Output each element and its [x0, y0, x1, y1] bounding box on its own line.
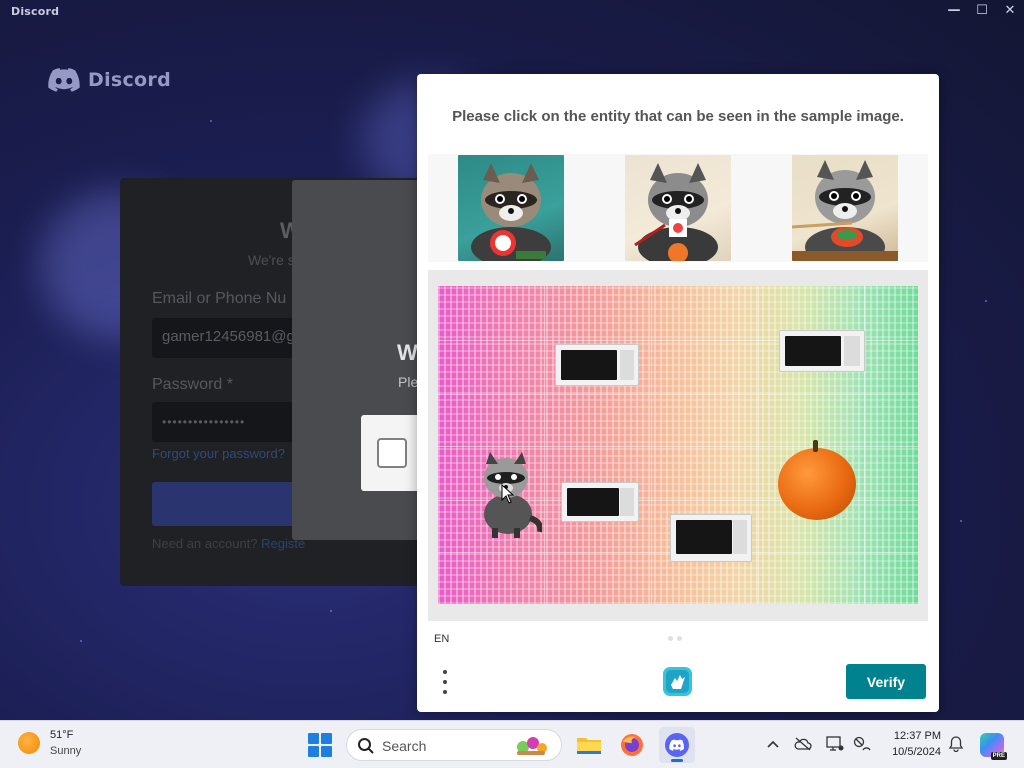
grid-line: [438, 394, 918, 395]
discord-logo-icon: [48, 68, 80, 92]
raccoon-sample-icon: [791, 155, 898, 261]
system-clock[interactable]: 12:37 PM 10/5/2024: [883, 728, 941, 760]
microwave-object[interactable]: [555, 344, 639, 386]
email-label: Email or Phone Nu: [152, 290, 287, 307]
clock-date: 10/5/2024: [892, 746, 941, 758]
microwave-object[interactable]: [670, 514, 752, 562]
clock-time: 12:37 PM: [893, 730, 941, 742]
more-options-button[interactable]: [435, 668, 455, 696]
grid-line: [544, 286, 545, 604]
search-icon: [357, 737, 375, 760]
minimize-button[interactable]: —: [940, 0, 968, 22]
cloud-off-icon[interactable]: [794, 735, 812, 753]
background-star: [960, 520, 962, 522]
sample-cell: [761, 154, 928, 262]
firefox-icon[interactable]: [614, 727, 650, 763]
display-icon[interactable]: [826, 735, 844, 753]
menu-dot: [443, 690, 447, 694]
grid-line: [758, 286, 759, 604]
windows-taskbar: 51°F Sunny Search 12:37 PM 10/5/2024 PRE: [0, 720, 1024, 768]
weather-widget[interactable]: 51°F Sunny: [18, 727, 81, 759]
mouse-cursor-icon: [501, 483, 515, 504]
discord-taskbar-icon[interactable]: [659, 727, 695, 763]
forgot-password-link[interactable]: Forgot your password?: [152, 446, 285, 461]
orange-object[interactable]: [778, 440, 856, 520]
background-star: [985, 300, 987, 302]
copilot-preview-badge: PRE: [990, 752, 1007, 760]
copilot-icon[interactable]: PRE: [980, 733, 1007, 760]
brand-name: Discord: [88, 69, 171, 91]
background-star: [330, 610, 332, 612]
raccoon-sample-icon: [625, 155, 731, 261]
page-dot: [668, 636, 673, 641]
title-bar: Discord — ☐ ✕: [0, 0, 1024, 22]
microwave-object[interactable]: [779, 330, 865, 372]
menu-dot: [443, 680, 447, 684]
network-status-icon[interactable]: [853, 735, 871, 753]
captcha-prompt: Please click on the entity that can be s…: [452, 108, 904, 125]
register-row: Need an account? Registe: [152, 536, 305, 551]
chevron-up-icon[interactable]: [764, 735, 782, 753]
verify-button[interactable]: Verify: [846, 664, 926, 699]
language-selector[interactable]: EN: [434, 633, 449, 645]
search-placeholder: Search: [382, 738, 427, 754]
start-button[interactable]: [308, 733, 332, 757]
sample-cell: [595, 154, 762, 262]
weather-temperature: 51°F: [50, 729, 74, 741]
sample-images: [428, 154, 928, 262]
register-prompt: Need an account?: [152, 536, 258, 551]
page-dot: [677, 636, 682, 641]
verification-subtitle: Ple: [398, 374, 419, 390]
taskbar-search[interactable]: Search: [346, 729, 562, 761]
search-highlight-icon: [513, 735, 549, 757]
discord-window: Discord — ☐ ✕ Discord W We're s Email or…: [0, 0, 1024, 720]
background-star: [80, 640, 82, 642]
window-title: Discord: [11, 5, 60, 18]
microwave-door: [567, 488, 619, 516]
weather-condition: Sunny: [50, 745, 82, 757]
microwave-panel: [733, 520, 747, 554]
sample-cell: [428, 154, 595, 262]
challenge-area: [428, 270, 928, 621]
close-button[interactable]: ✕: [996, 0, 1024, 22]
discord-brand: Discord: [48, 68, 171, 92]
captcha-checkbox[interactable]: [377, 438, 407, 468]
verification-title: W: [397, 340, 418, 365]
background-star: [210, 120, 212, 122]
menu-dot: [443, 670, 447, 674]
captcha-dialog: Please click on the entity that can be s…: [417, 74, 939, 712]
file-explorer-icon[interactable]: [571, 727, 607, 763]
microwave-door: [561, 350, 617, 380]
windows-logo-tile: [321, 746, 332, 757]
hcaptcha-logo-icon[interactable]: [661, 665, 694, 698]
microwave-panel: [620, 350, 634, 380]
grid-line: [651, 286, 652, 604]
windows-logo-tile: [321, 733, 332, 744]
challenge-image[interactable]: [438, 286, 918, 604]
raccoon-sample-icon: [458, 155, 565, 261]
microwave-panel: [844, 336, 860, 366]
windows-logo-tile: [308, 733, 319, 744]
password-label: Password *: [152, 376, 233, 393]
notification-bell-icon[interactable]: [947, 735, 965, 753]
weather-text: 51°F Sunny: [50, 727, 81, 759]
windows-logo-tile: [308, 746, 319, 757]
page-indicator: [668, 636, 682, 641]
microwave-door: [785, 336, 841, 366]
microwave-object[interactable]: [561, 482, 639, 522]
microwave-panel: [620, 488, 634, 516]
sun-icon: [18, 732, 40, 754]
maximize-button[interactable]: ☐: [968, 0, 996, 22]
grid-line: [438, 446, 918, 447]
login-subheading: We're s: [248, 252, 295, 268]
microwave-door: [676, 520, 732, 554]
